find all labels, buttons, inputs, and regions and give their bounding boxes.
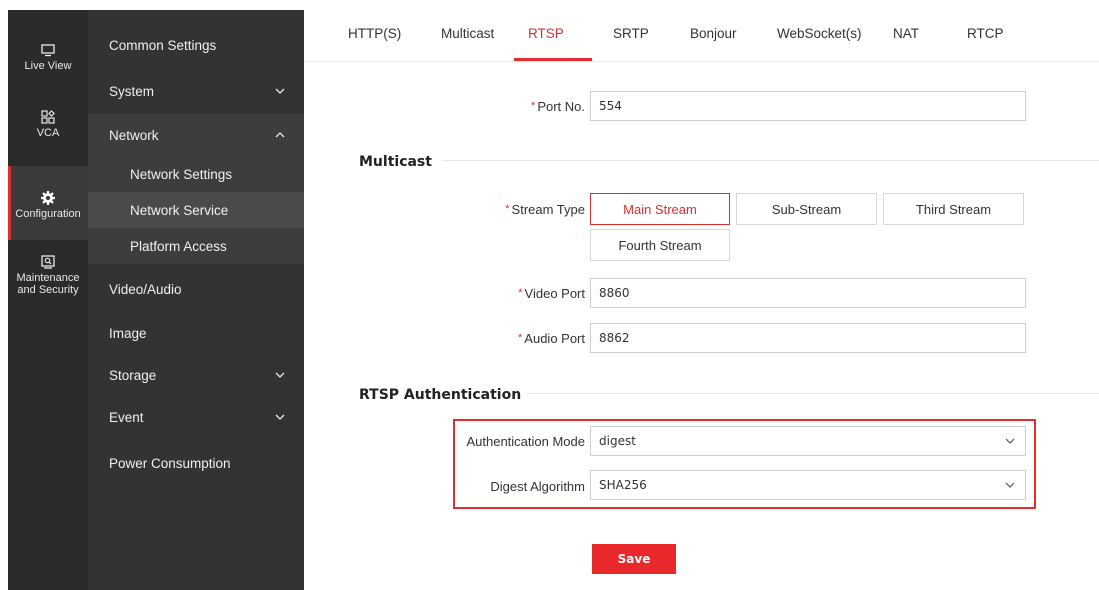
video-port-label-text: Video Port [524, 286, 585, 301]
video-port-label: * Video Port [518, 286, 585, 301]
menu-item-network-settings[interactable]: Network Settings [88, 156, 304, 192]
tab-nat[interactable]: NAT [893, 26, 919, 41]
port-value: 554 [599, 99, 622, 113]
rail-label-maintenance-2: and Security [17, 284, 79, 296]
chevron-down-icon [275, 372, 285, 378]
tab-rtcp[interactable]: RTCP [967, 26, 1004, 41]
stream-option-fourth[interactable]: Fourth Stream [590, 229, 730, 261]
chevron-down-icon [1005, 482, 1015, 488]
stream-type-label-text: Stream Type [511, 202, 585, 217]
required-mark: * [505, 203, 510, 215]
settings-menu: Common Settings System Network Network S… [88, 10, 304, 590]
auth-mode-value: digest [599, 434, 636, 448]
rail-item-vca[interactable]: VCA [8, 109, 88, 149]
gear-icon [41, 191, 55, 205]
menu-label-power-consumption: Power Consumption [109, 455, 231, 471]
port-label-text: Port No. [537, 99, 585, 114]
monitor-icon [41, 44, 55, 57]
multicast-section-title: Multicast [359, 154, 432, 170]
tab-https[interactable]: HTTP(S) [348, 26, 401, 41]
rail-label-maintenance-1: Maintenance [16, 272, 80, 284]
audio-port-value: 8862 [599, 331, 630, 345]
tab-bonjour[interactable]: Bonjour [690, 26, 737, 41]
rail-label-configuration: Configuration [15, 208, 81, 220]
menu-label-system: System [109, 83, 155, 99]
chevron-down-icon [275, 88, 285, 94]
rail-item-maintenance[interactable]: Maintenance and Security [8, 254, 88, 302]
digest-algo-select[interactable]: SHA256 [590, 470, 1026, 500]
section-divider [442, 160, 1099, 161]
rtsp-auth-section-title: RTSP Authentication [359, 387, 522, 403]
stream-option-sub-label: Sub-Stream [771, 201, 842, 217]
video-port-value: 8860 [599, 286, 630, 300]
stream-option-main[interactable]: Main Stream [590, 193, 730, 225]
digest-algo-value: SHA256 [599, 478, 647, 492]
stream-option-third-label: Third Stream [915, 201, 992, 217]
app-frame: Live View VCA Configuration Maintenance … [8, 10, 1099, 590]
menu-label-platform-access: Platform Access [130, 238, 227, 254]
menu-label-common-settings: Common Settings [109, 37, 217, 53]
required-mark: * [531, 100, 536, 112]
tab-bar: HTTP(S) Multicast RTSP SRTP Bonjour WebS… [304, 10, 1099, 62]
port-input[interactable]: 554 [590, 91, 1026, 121]
audio-port-label: * Audio Port [518, 331, 585, 346]
chevron-down-icon [1005, 438, 1015, 444]
auth-mode-select[interactable]: digest [590, 426, 1026, 456]
main-content: HTTP(S) Multicast RTSP SRTP Bonjour WebS… [304, 10, 1099, 590]
menu-label-video-audio: Video/Audio [109, 281, 182, 297]
digest-algo-label: Digest Algorithm [490, 479, 585, 494]
menu-item-network-service[interactable]: Network Service [88, 192, 304, 228]
menu-label-network-settings: Network Settings [130, 166, 233, 182]
required-mark: * [518, 287, 523, 299]
section-divider [526, 393, 1099, 394]
rail-item-live-view[interactable]: Live View [8, 42, 88, 82]
stream-option-fourth-label: Fourth Stream [618, 237, 702, 253]
stream-option-main-label: Main Stream [623, 201, 697, 217]
menu-item-video-audio[interactable]: Video/Audio [88, 268, 304, 310]
chevron-up-icon [275, 132, 285, 138]
tab-rtsp[interactable]: RTSP [528, 26, 564, 41]
required-mark: * [518, 332, 523, 344]
menu-item-power-consumption[interactable]: Power Consumption [88, 442, 304, 484]
menu-item-common-settings[interactable]: Common Settings [88, 24, 304, 66]
vca-icon [41, 110, 55, 124]
rail-label-vca: VCA [36, 127, 60, 139]
menu-label-network: Network [109, 127, 159, 143]
auth-mode-label: Authentication Mode [466, 434, 585, 449]
menu-label-storage: Storage [109, 367, 157, 383]
tab-srtp[interactable]: SRTP [613, 26, 649, 41]
active-tab-indicator [514, 58, 592, 61]
menu-item-image[interactable]: Image [88, 312, 304, 354]
menu-item-system[interactable]: System [88, 70, 304, 112]
audio-port-input[interactable]: 8862 [590, 323, 1026, 353]
maintenance-icon [41, 255, 55, 269]
menu-label-event: Event [109, 409, 144, 425]
stream-type-label: * Stream Type [505, 202, 585, 217]
icon-rail: Live View VCA Configuration Maintenance … [8, 10, 88, 590]
chevron-down-icon [275, 414, 285, 420]
stream-option-third[interactable]: Third Stream [883, 193, 1024, 225]
rail-label-live-view: Live View [24, 60, 72, 72]
stream-option-sub[interactable]: Sub-Stream [736, 193, 877, 225]
menu-item-platform-access[interactable]: Platform Access [88, 228, 304, 264]
video-port-input[interactable]: 8860 [590, 278, 1026, 308]
port-label: * Port No. [531, 99, 585, 114]
audio-port-label-text: Audio Port [524, 331, 585, 346]
tab-multicast[interactable]: Multicast [441, 26, 494, 41]
menu-item-event[interactable]: Event [88, 396, 304, 438]
save-button[interactable]: Save [592, 544, 676, 574]
tab-websockets[interactable]: WebSocket(s) [777, 26, 862, 41]
menu-item-network[interactable]: Network [88, 114, 304, 156]
menu-label-network-service: Network Service [130, 202, 229, 218]
rail-item-configuration[interactable]: Configuration [8, 166, 88, 240]
menu-item-storage[interactable]: Storage [88, 354, 304, 396]
menu-label-image: Image [109, 325, 147, 341]
